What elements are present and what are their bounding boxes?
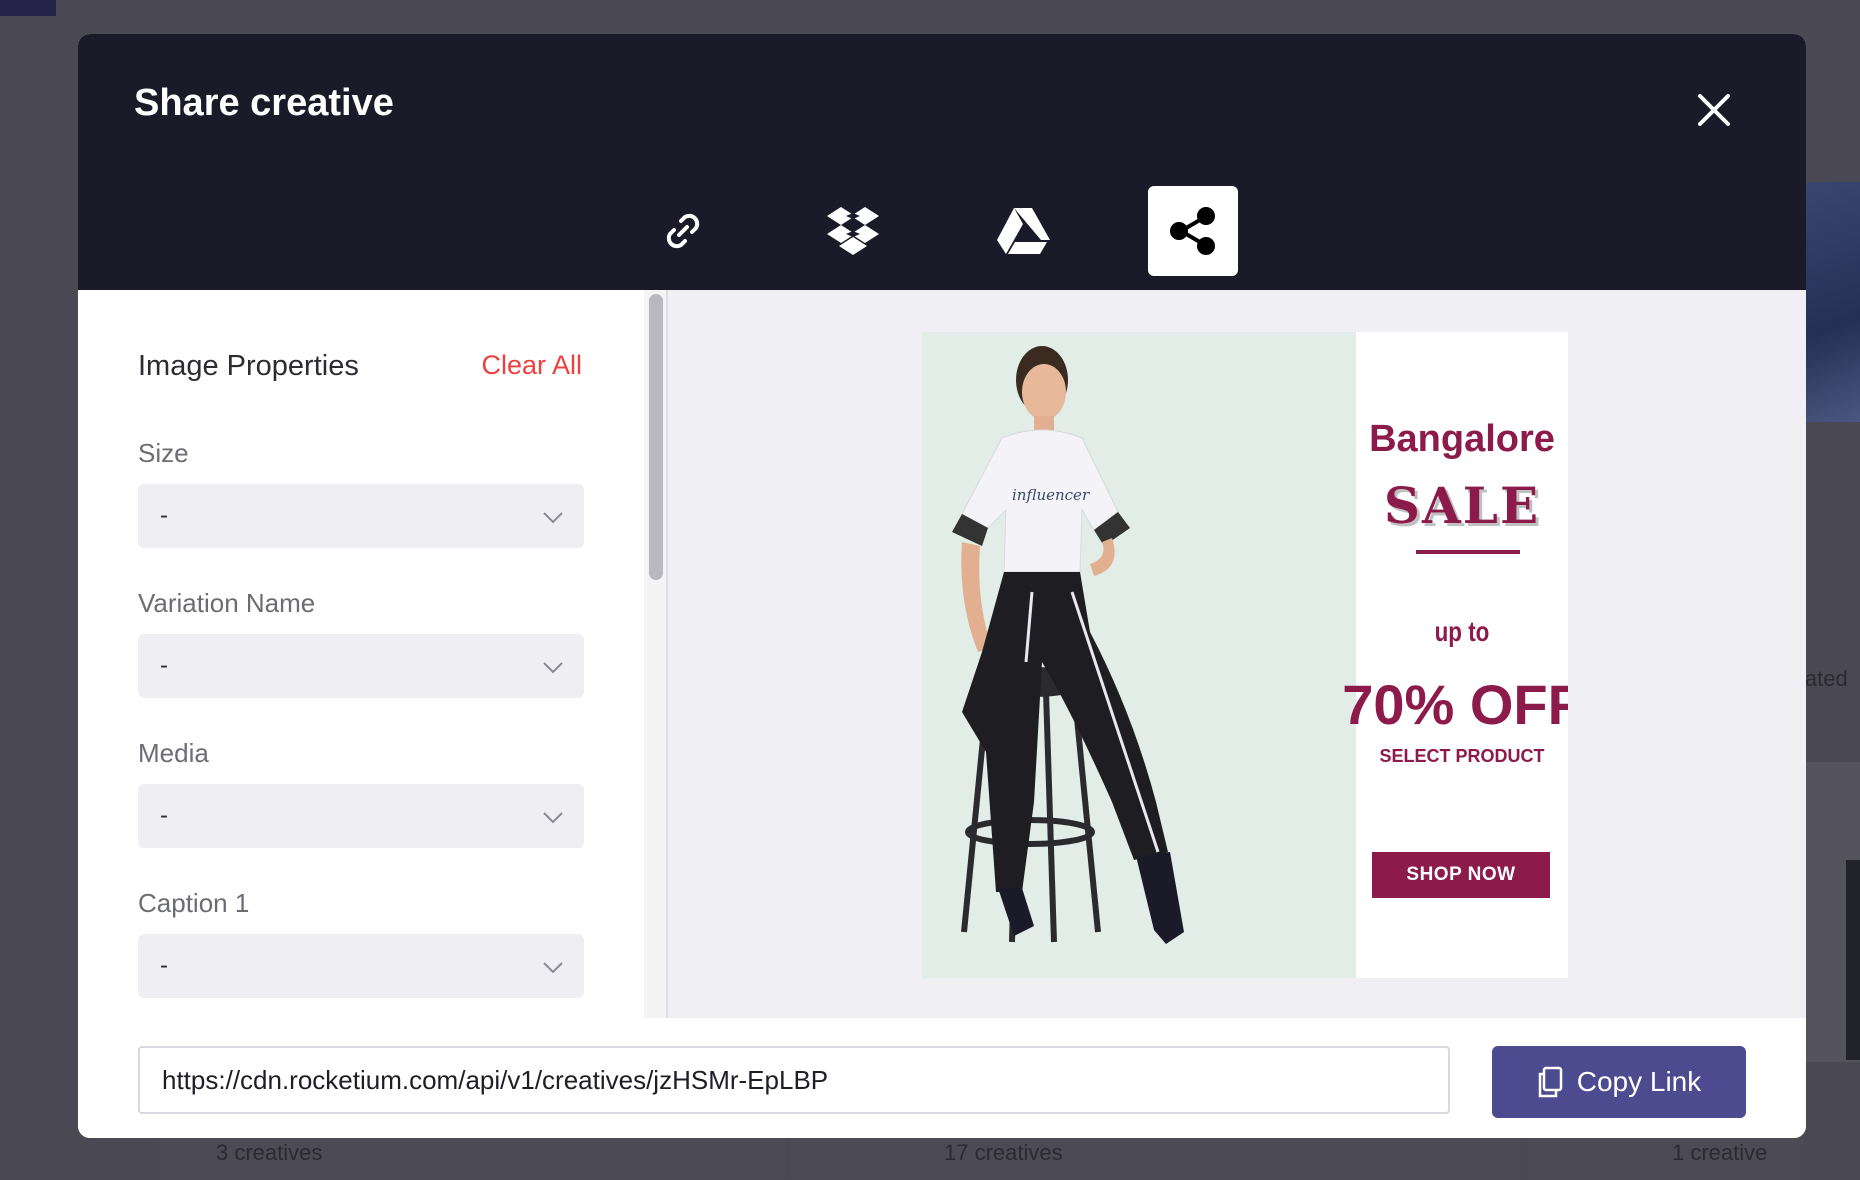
creative-city: Bangalore [1369,418,1555,460]
close-icon [1698,94,1730,126]
creative-select-product: SELECT PRODUCT [1379,746,1545,766]
chevron-down-icon [543,962,563,974]
tab-copy-link[interactable] [638,186,728,276]
background-thumbnail [1806,182,1860,422]
copy-link-label: Copy Link [1576,1066,1702,1097]
select-value: - [160,952,168,979]
close-button[interactable] [1690,86,1738,134]
share-footer: Copy Link [78,1018,1806,1138]
caption-1-label: Caption 1 [138,888,250,918]
creative-up-to: up to [1434,616,1490,647]
copy-icon [1538,1066,1562,1098]
media-select[interactable]: - [138,784,584,848]
shirt-print-text: influencer [1012,486,1090,504]
select-value: - [160,802,168,829]
tab-share[interactable] [1148,186,1238,276]
modal-title: Share creative [134,82,394,124]
clear-all-button[interactable]: Clear All [481,350,582,381]
creative-sale: SALE [1383,476,1541,535]
share-creative-modal: Share creative Image Properties Clear Al… [78,34,1806,1138]
tab-dropbox[interactable] [808,186,898,276]
app-background-corner [0,0,56,16]
model-illustration: influencer [952,346,1184,944]
size-label: Size [138,438,189,468]
background-creative-count: 3 creatives [216,1140,323,1165]
background-creative-count: 1 creative [1672,1140,1768,1165]
share-url-input[interactable] [138,1046,1450,1114]
variation-name-select[interactable]: - [138,634,584,698]
caption-1-select[interactable]: - [138,934,584,998]
link-icon [666,213,700,249]
creative-divider [1416,550,1520,554]
panel-scrollbar[interactable] [644,290,668,1018]
google-drive-icon [997,208,1050,254]
creative-copy: Bangalore SALE up to 70% OFF SELECT PROD… [1342,332,1568,978]
chevron-down-icon [543,662,563,674]
copy-link-button[interactable]: Copy Link [1492,1046,1746,1118]
select-value: - [160,502,168,529]
scrollbar-thumb[interactable] [649,294,663,580]
image-properties-panel: Image Properties Clear All Size - Variat… [78,290,644,1018]
creative-preview: influencer Bangalore SALE up to 70% OFF … [922,332,1568,978]
size-select[interactable]: - [138,484,584,548]
panel-title: Image Properties [138,350,359,382]
background-creative-count: 17 creatives [944,1140,1063,1165]
chevron-down-icon [543,812,563,824]
variation-name-label: Variation Name [138,588,316,618]
select-value: - [160,652,168,679]
background-text: lated [1800,666,1848,691]
share-destination-tabs [638,186,1238,276]
tab-google-drive[interactable] [978,186,1068,276]
chevron-down-icon [543,512,563,524]
panel-header: Image Properties Clear All [138,350,582,390]
creative-model-photo: influencer [922,332,1356,978]
modal-header: Share creative [78,34,1806,290]
dropbox-icon [827,207,879,255]
background-card-image [1846,860,1860,1060]
share-icon [1170,207,1215,255]
creative-discount: 70% OFF [1342,673,1568,736]
media-label: Media [138,738,209,768]
creative-shop-now-button: SHOP NOW [1372,852,1550,898]
